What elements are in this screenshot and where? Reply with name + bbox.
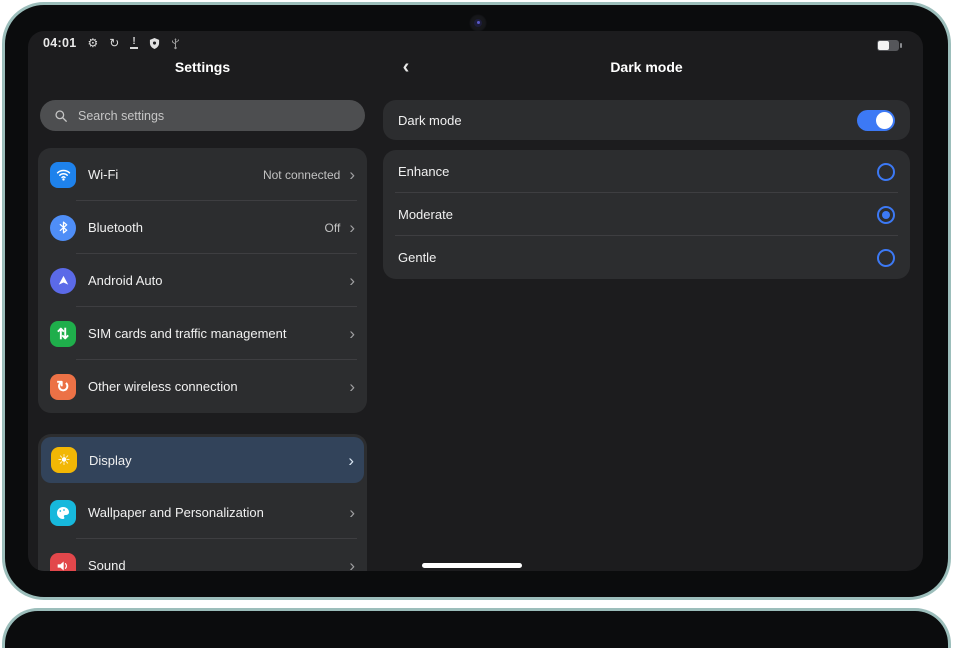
sidebar-item-display[interactable]: ☀ Display ›	[41, 437, 364, 483]
chevron-right-icon: ›	[349, 166, 355, 183]
search-placeholder: Search settings	[78, 109, 164, 123]
usb-icon	[171, 37, 180, 50]
option-label: Enhance	[398, 164, 877, 179]
home-gesture-bar[interactable]	[422, 563, 522, 568]
second-device-edge	[2, 608, 951, 648]
search-input[interactable]: Search settings	[40, 100, 365, 131]
radio-button-unselected[interactable]	[877, 163, 895, 181]
chevron-right-icon: ›	[349, 504, 355, 521]
status-bar: 04:01 ⚙ ↻ !	[43, 36, 180, 50]
item-label: Wallpaper and Personalization	[88, 505, 349, 520]
connection-settings-card: Wi-Fi Not connected › Bluetooth Off › An…	[38, 148, 367, 413]
item-label: Display	[89, 453, 348, 468]
chevron-right-icon: ›	[349, 557, 355, 571]
item-label: Bluetooth	[88, 220, 325, 235]
sidebar-item-other-wireless[interactable]: ↻ Other wireless connection ›	[38, 360, 367, 413]
sidebar-item-android-auto[interactable]: Android Auto ›	[38, 254, 367, 307]
sidebar-item-sound[interactable]: Sound ›	[38, 539, 367, 571]
item-label: Wi-Fi	[88, 167, 263, 182]
option-label: Moderate	[398, 207, 877, 222]
sidebar-item-wifi[interactable]: Wi-Fi Not connected ›	[38, 148, 367, 201]
screen: 04:01 ⚙ ↻ ! Settings Search settings	[28, 31, 923, 571]
chevron-right-icon: ›	[349, 378, 355, 395]
shield-icon	[149, 37, 160, 50]
battery-icon	[877, 40, 899, 51]
dark-mode-page-title: Dark mode	[383, 59, 910, 77]
sidebar-item-sim-cards[interactable]: ⇅ SIM cards and traffic management ›	[38, 307, 367, 360]
battery-fill	[878, 41, 889, 50]
item-label: Other wireless connection	[88, 379, 340, 394]
bluetooth-icon	[50, 215, 76, 241]
dark-mode-options-card: Enhance Moderate Gentle	[383, 150, 910, 279]
option-label: Gentle	[398, 250, 877, 265]
dark-mode-toggle-card: Dark mode	[383, 100, 910, 140]
wifi-icon	[50, 162, 76, 188]
tablet-frame: 04:01 ⚙ ↻ ! Settings Search settings	[2, 2, 951, 600]
item-label: Sound	[88, 558, 349, 571]
option-moderate[interactable]: Moderate	[383, 193, 910, 236]
sidebar-item-wallpaper[interactable]: Wallpaper and Personalization ›	[38, 486, 367, 539]
front-camera	[469, 14, 487, 32]
android-auto-icon	[50, 268, 76, 294]
radio-button-selected[interactable]	[877, 206, 895, 224]
other-wireless-icon: ↻	[50, 374, 76, 400]
settings-page-title: Settings	[38, 59, 367, 77]
sim-card-icon: ⇅	[50, 321, 76, 347]
option-gentle[interactable]: Gentle	[383, 236, 910, 279]
dark-mode-toggle-row[interactable]: Dark mode	[383, 100, 910, 140]
battery-nub	[900, 43, 902, 48]
search-icon	[54, 109, 68, 123]
sidebar-item-bluetooth[interactable]: Bluetooth Off ›	[38, 201, 367, 254]
display-icon: ☀	[51, 447, 77, 473]
clock: 04:01	[43, 36, 76, 50]
wallpaper-icon	[50, 500, 76, 526]
chevron-right-icon: ›	[349, 219, 355, 236]
chevron-right-icon: ›	[349, 325, 355, 342]
switch-knob	[876, 112, 893, 129]
item-label: Android Auto	[88, 273, 340, 288]
item-status: Off	[325, 221, 341, 235]
item-label: SIM cards and traffic management	[88, 326, 340, 341]
option-enhance[interactable]: Enhance	[383, 150, 910, 193]
dark-mode-switch[interactable]	[857, 110, 895, 131]
sound-icon	[50, 553, 76, 572]
radio-button-unselected[interactable]	[877, 249, 895, 267]
camera-glint	[477, 21, 480, 24]
item-status: Not connected	[263, 168, 340, 182]
device-settings-card: ☀ Display › Wallpaper and Personalizatio…	[38, 434, 367, 571]
toggle-label: Dark mode	[398, 113, 857, 128]
sync-icon: ↻	[109, 36, 119, 50]
priority-notification-icon: !	[130, 37, 137, 49]
settings-gear-icon: ⚙	[87, 36, 98, 50]
chevron-right-icon: ›	[349, 272, 355, 289]
chevron-right-icon: ›	[348, 452, 354, 469]
